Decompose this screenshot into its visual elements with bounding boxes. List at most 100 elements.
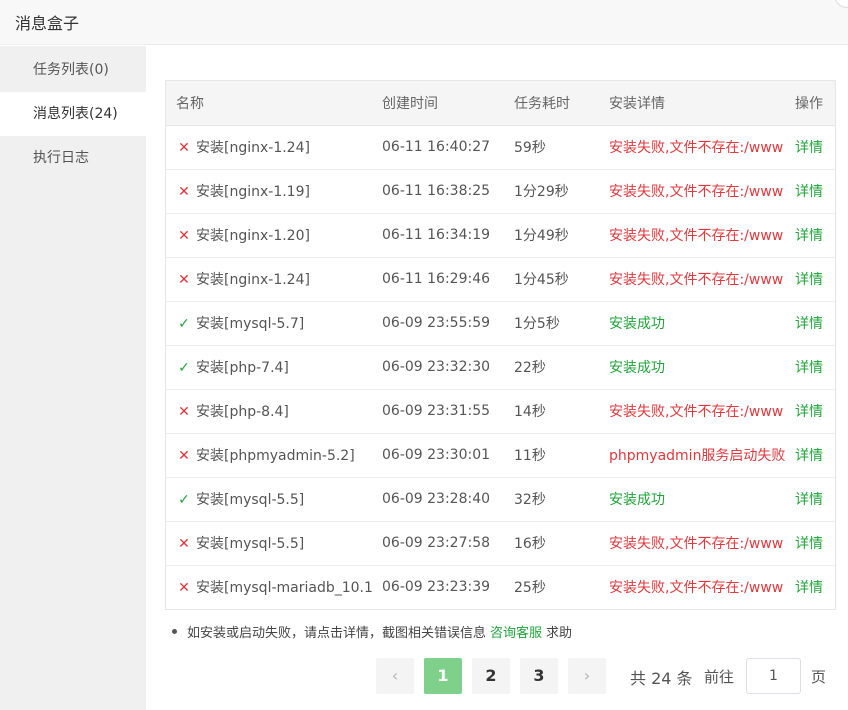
- table-row: ✕ 安装[nginx-1.19] 06-11 16:38:25 1分29秒 安装失败,文…: [166, 169, 835, 213]
- cell-name: ✕ 安装[mysql-5.5]: [166, 521, 372, 565]
- page-button-2[interactable]: 2: [472, 658, 510, 694]
- cell-created: 06-09 23:31:55: [382, 403, 491, 419]
- header-duration: 任务耗时: [504, 81, 599, 126]
- task-name: 安装[php-7.4]: [196, 360, 289, 376]
- help-hint: 如安装或启动失败，请点击详情，截图相关错误信息 咨询客服 求助: [172, 622, 572, 641]
- table-row: ✓ 安装[php-7.4] 06-09 23:32:30 22秒 安装成功 详情: [166, 345, 835, 389]
- cell-duration: 11秒: [514, 448, 546, 464]
- details-link[interactable]: 详情: [795, 536, 823, 552]
- task-name: 安装[nginx-1.20]: [196, 228, 310, 244]
- cell-action: 详情: [785, 301, 835, 345]
- cell-duration: 14秒: [514, 404, 546, 420]
- cell-detail: 安装失败,文件不存在:/www: [609, 228, 784, 244]
- goto-page-input[interactable]: [746, 658, 801, 694]
- table-row: ✕ 安装[nginx-1.24] 06-11 16:29:46 1分45秒 安装失败,文…: [166, 257, 835, 301]
- cell-detail: phpmyadmin服务启动失败: [609, 448, 785, 464]
- sidebar-item-task-list[interactable]: 任务列表(0): [0, 48, 146, 92]
- cell-detail: 安装失败,文件不存在:/www: [609, 536, 784, 552]
- cell-name: ✓ 安装[mysql-5.5]: [166, 477, 372, 521]
- x-icon: ✕: [178, 272, 190, 288]
- cell-action: 详情: [785, 345, 835, 389]
- task-name: 安装[mysql-5.7]: [196, 316, 305, 332]
- cell-created: 06-09 23:55:59: [382, 315, 491, 331]
- goto-label: 前往: [704, 668, 735, 686]
- task-name: 安装[mysql-5.5]: [196, 492, 305, 508]
- task-name: 安装[mysql-mariadb_10.11]: [196, 580, 372, 597]
- table-row: ✕ 安装[nginx-1.20] 06-11 16:34:19 1分49秒 安装失败,文…: [166, 213, 835, 257]
- details-link[interactable]: 详情: [795, 580, 823, 596]
- cell-duration: 1分5秒: [514, 316, 560, 332]
- cell-duration: 25秒: [514, 580, 546, 597]
- cell-action: 详情: [785, 521, 835, 565]
- cell-action: 详情: [785, 257, 835, 301]
- details-link[interactable]: 详情: [795, 228, 823, 244]
- cell-name: ✕ 安装[nginx-1.20]: [166, 213, 372, 257]
- cell-duration: 1分29秒: [514, 184, 569, 200]
- main-panel: 名称 创建时间 任务耗时 安装详情 操作 ✕ 安装[nginx-1.24] 06-1…: [146, 46, 848, 710]
- cell-created: 06-11 16:29:46: [382, 271, 491, 287]
- x-icon: ✕: [178, 184, 190, 200]
- x-icon: ✕: [178, 228, 190, 244]
- task-name: 安装[phpmyadmin-5.2]: [196, 448, 355, 464]
- details-link[interactable]: 详情: [795, 184, 823, 200]
- total-count: 共 24 条: [630, 669, 693, 688]
- sidebar-item-message-list[interactable]: 消息列表(24): [0, 92, 146, 136]
- cell-duration: 1分49秒: [514, 228, 569, 244]
- task-name: 安装[nginx-1.24]: [196, 272, 310, 288]
- check-icon: ✓: [178, 492, 190, 508]
- table-row: ✕ 安装[mysql-5.5] 06-09 23:27:58 16秒 安装失败,文件不存…: [166, 521, 835, 565]
- details-link[interactable]: 详情: [795, 360, 823, 376]
- cell-detail: 安装成功: [609, 492, 665, 508]
- cell-detail: 安装失败,文件不存在:/www: [609, 580, 784, 597]
- cell-action: 详情: [785, 389, 835, 433]
- details-link[interactable]: 详情: [795, 272, 823, 288]
- cell-name: ✕ 安装[nginx-1.19]: [166, 169, 372, 213]
- page-button-1[interactable]: 1: [424, 658, 462, 694]
- window-titlebar: 消息盒子: [0, 0, 848, 45]
- cell-created: 06-11 16:34:19: [382, 227, 491, 243]
- cell-created: 06-09 23:27:58: [382, 535, 491, 551]
- table-row: ✓ 安装[mysql-5.5] 06-09 23:28:40 32秒 安装成功 详情: [166, 477, 835, 521]
- cell-duration: 16秒: [514, 536, 546, 552]
- header-detail: 安装详情: [599, 81, 785, 126]
- message-table: 名称 创建时间 任务耗时 安装详情 操作 ✕ 安装[nginx-1.24] 06-1…: [165, 80, 836, 610]
- cell-name: ✕ 安装[phpmyadmin-5.2]: [166, 433, 372, 477]
- cell-name: ✕ 安装[php-8.4]: [166, 389, 372, 433]
- cell-created: 06-09 23:32:30: [382, 359, 491, 375]
- details-link[interactable]: 详情: [795, 404, 823, 420]
- cell-created: 06-09 23:28:40: [382, 491, 491, 507]
- cell-detail: 安装失败,文件不存在:/www: [609, 140, 784, 156]
- task-name: 安装[nginx-1.24]: [196, 140, 310, 156]
- details-link[interactable]: 详情: [795, 492, 823, 508]
- task-name: 安装[nginx-1.19]: [196, 184, 310, 200]
- cell-duration: 32秒: [514, 492, 546, 508]
- x-icon: ✕: [178, 536, 190, 552]
- close-button[interactable]: [834, 0, 848, 8]
- header-created: 创建时间: [372, 81, 504, 126]
- support-link[interactable]: 咨询客服: [490, 626, 542, 641]
- header-name: 名称: [166, 81, 372, 126]
- details-link[interactable]: 详情: [795, 140, 823, 156]
- table-row: ✕ 安装[phpmyadmin-5.2] 06-09 23:30:01 11秒 phpm…: [166, 433, 835, 477]
- cell-name: ✓ 安装[mysql-5.7]: [166, 301, 372, 345]
- cell-created: 06-09 23:23:39: [382, 579, 491, 596]
- table-row: ✕ 安装[mysql-mariadb_10.11] 06-09 23:23:39 25…: [166, 565, 835, 609]
- hint-text: 如安装或启动失败，请点击详情，截图相关错误信息: [187, 626, 487, 641]
- x-icon: ✕: [178, 580, 190, 597]
- details-link[interactable]: 详情: [795, 316, 823, 332]
- page-button-3[interactable]: 3: [520, 658, 558, 694]
- x-icon: ✕: [178, 448, 190, 464]
- table-row: ✓ 安装[mysql-5.7] 06-09 23:55:59 1分5秒 安装成功 详情: [166, 301, 835, 345]
- cell-action: 详情: [785, 125, 835, 169]
- table-header-row: 名称 创建时间 任务耗时 安装详情 操作: [166, 81, 835, 126]
- prev-page-button[interactable]: ‹: [376, 658, 414, 694]
- table-body: ✕ 安装[nginx-1.24] 06-11 16:40:27 59秒 安装失败,文件不…: [166, 125, 835, 609]
- sidebar-item-execution-log[interactable]: 执行日志: [0, 136, 146, 180]
- header-action: 操作: [785, 81, 835, 126]
- check-icon: ✓: [178, 360, 190, 376]
- details-link[interactable]: 详情: [795, 448, 823, 464]
- cell-detail: 安装失败,文件不存在:/www: [609, 184, 784, 200]
- check-icon: ✓: [178, 316, 190, 332]
- next-page-button[interactable]: ›: [568, 658, 606, 694]
- cell-duration: 1分45秒: [514, 272, 569, 288]
